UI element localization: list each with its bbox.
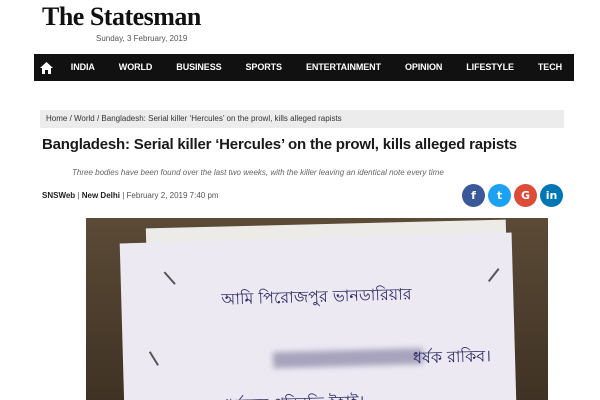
photo-note-line-2: ধর্ষক রাকিব।: [412, 346, 492, 368]
home-icon: [39, 61, 53, 74]
twitter-share-button[interactable]: t: [488, 184, 511, 207]
twitter-icon: t: [496, 189, 503, 202]
article-summary: Three bodies have been found over the la…: [72, 168, 444, 177]
facebook-share-button[interactable]: f: [462, 184, 485, 207]
share-buttons: f t G in: [462, 184, 563, 207]
photo-note-redaction: [272, 348, 424, 369]
photo-note-board: আমি পিরোজপুর ভানডারিয়ার ধর্ষক রাকিব। ধর…: [119, 232, 517, 400]
byline-date: February 2, 2019 7:40 pm: [126, 191, 219, 200]
nav-item-sports[interactable]: SPORTS: [234, 54, 294, 81]
news-page: The Statesman Sunday, 3 February, 2019 I…: [34, 0, 574, 400]
masthead: The Statesman: [42, 2, 201, 32]
nav-home-button[interactable]: [34, 54, 59, 81]
photo-note-line-1: আমি পিরোজপুর ভানডারিয়ার: [221, 284, 412, 309]
photo-note-line-3: ধর্ষকের পরিনতি ইহাই।: [224, 389, 365, 400]
nav-item-india[interactable]: INDIA: [59, 54, 107, 81]
byline-location: New Delhi: [81, 191, 120, 200]
nav-item-lifestyle[interactable]: LIFESTYLE: [454, 54, 526, 81]
nav-item-opinion[interactable]: OPINION: [393, 54, 454, 81]
nav-item-entertainment[interactable]: ENTERTAINMENT: [294, 54, 393, 81]
nav-item-tech[interactable]: TECH: [526, 54, 574, 81]
site-date: Sunday, 3 February, 2019: [96, 34, 188, 43]
right-gutter: [574, 0, 600, 400]
facebook-icon: f: [471, 189, 476, 202]
photo-staple: [163, 271, 176, 285]
breadcrumb[interactable]: Home / World / Bangladesh: Serial killer…: [40, 110, 564, 128]
photo-staple: [487, 268, 500, 282]
google-plus-share-button[interactable]: G: [514, 184, 537, 207]
left-gutter: [0, 0, 34, 400]
byline-source[interactable]: SNSWeb: [42, 191, 75, 200]
nav-item-business[interactable]: BUSINESS: [164, 54, 233, 81]
main-nav: INDIA WORLD BUSINESS SPORTS ENTERTAINMEN…: [34, 54, 574, 81]
article-byline: SNSWeb | New Delhi | February 2, 2019 7:…: [42, 191, 219, 200]
google-plus-icon: G: [520, 189, 531, 202]
article-photo: আমি পিরোজপুর ভানডারিয়ার ধর্ষক রাকিব। ধর…: [86, 218, 548, 400]
photo-staple: [148, 351, 159, 366]
article-headline: Bangladesh: Serial killer ‘Hercules’ on …: [42, 136, 517, 153]
linkedin-icon: in: [545, 189, 558, 202]
site-logo[interactable]: The Statesman: [42, 2, 201, 32]
nav-item-world[interactable]: WORLD: [107, 54, 165, 81]
linkedin-share-button[interactable]: in: [540, 184, 563, 207]
